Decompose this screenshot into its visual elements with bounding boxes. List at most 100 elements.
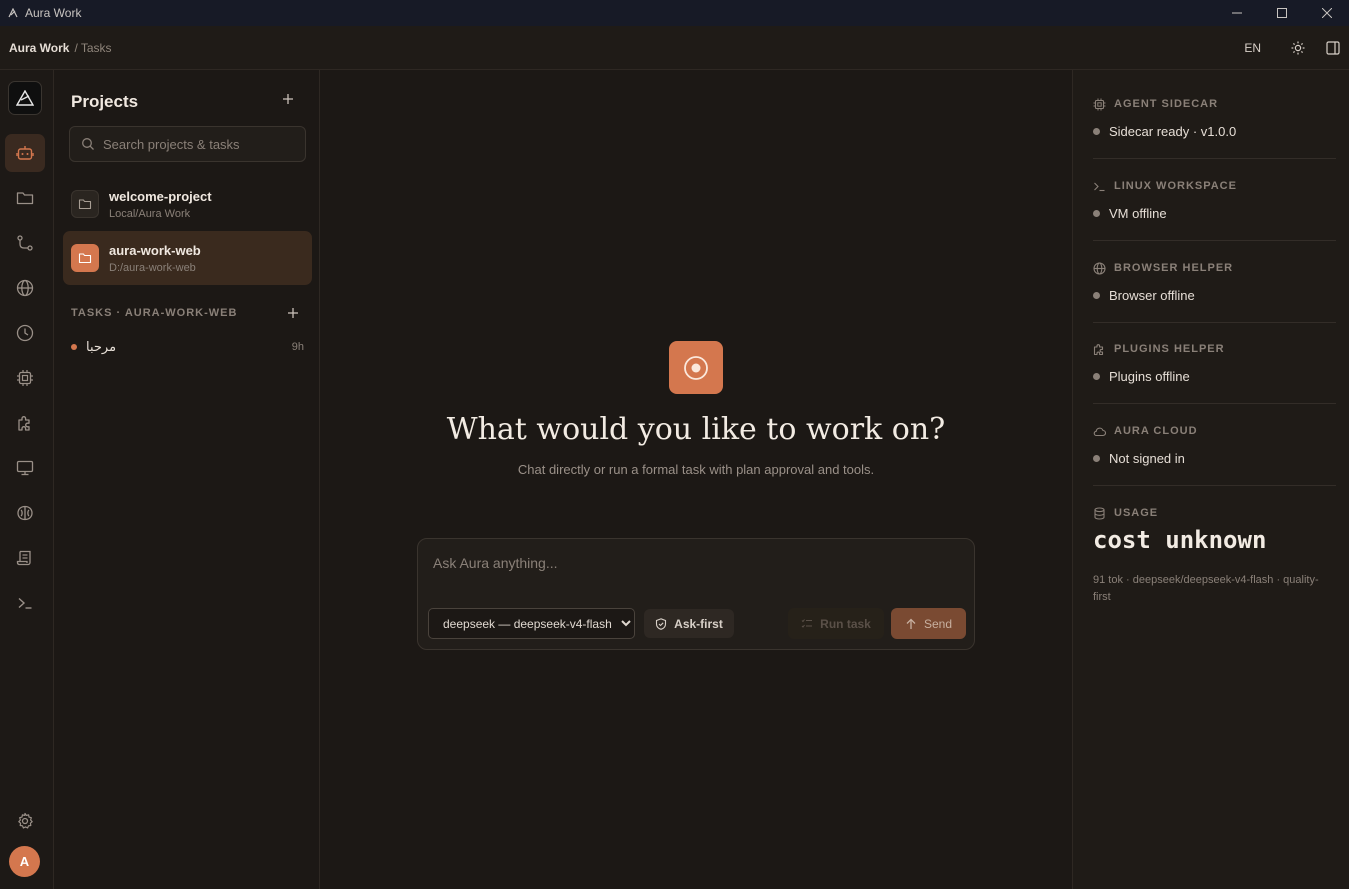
status-sidebar: AGENT SIDECAR Sidecar ready · v1.0.0 LIN… [1072, 70, 1349, 889]
project-folder-icon [71, 244, 99, 272]
close-icon [1321, 8, 1332, 18]
hero-subtitle: Chat directly or run a formal task with … [517, 462, 875, 477]
aura-logo-icon [16, 90, 34, 106]
section-status: Browser offline [1109, 288, 1195, 303]
ask-first-label: Ask-first [674, 616, 723, 631]
toggle-sidebar-icon[interactable] [1325, 40, 1341, 56]
search-box [69, 126, 306, 162]
section-status: Plugins offline [1109, 369, 1190, 384]
folder-icon [16, 192, 34, 205]
aura-cloud-section: AURA CLOUD Not signed in [1093, 423, 1336, 486]
projects-title: Projects [71, 92, 139, 111]
task-item[interactable]: مرحبا 9h [71, 338, 304, 356]
nav-agent[interactable] [5, 134, 45, 172]
scroll-icon [16, 550, 31, 566]
maximize-button[interactable] [1259, 0, 1304, 26]
task-name: مرحبا [86, 339, 117, 354]
nav-files[interactable] [5, 179, 45, 217]
nav-desktop[interactable] [5, 449, 45, 487]
status-dot [1093, 292, 1100, 299]
project-item-aura-work-web[interactable]: aura-work-web D:/aura-work-web [63, 231, 312, 285]
hero-title: What would you like to work on? [446, 412, 946, 447]
minimize-button[interactable] [1214, 0, 1259, 26]
status-dot [1093, 128, 1100, 135]
plugins-helper-section: PLUGINS HELPER Plugins offline [1093, 341, 1336, 404]
plus-icon [283, 94, 293, 104]
nav-logs[interactable] [5, 539, 45, 577]
nav-memory[interactable] [5, 494, 45, 532]
top-bar: Aura Work / Tasks EN [0, 26, 1349, 70]
project-path: D:/aura-work-web [109, 261, 196, 274]
close-button[interactable] [1304, 0, 1349, 26]
globe-icon [16, 279, 34, 297]
add-project-button[interactable] [281, 92, 297, 108]
language-toggle[interactable]: EN [1244, 41, 1261, 55]
tasks-header: TASKS · AURA-WORK-WEB [71, 307, 238, 319]
project-folder-icon [71, 190, 99, 218]
send-button[interactable]: Send [891, 608, 966, 639]
window-controls [1214, 0, 1349, 26]
search-icon [82, 138, 94, 150]
project-name: welcome-project [109, 188, 212, 204]
breadcrumb-app[interactable]: Aura Work [9, 41, 69, 55]
section-title: PLUGINS HELPER [1114, 343, 1225, 355]
section-status: Sidecar ready · v1.0.0 [1109, 124, 1237, 139]
arrow-up-icon [906, 618, 916, 629]
send-label: Send [923, 616, 953, 631]
window-title: Aura Work [25, 6, 82, 20]
theme-toggle-sun-icon[interactable] [1290, 40, 1306, 56]
composer: deepseek — deepseek-v4-flash Ask-first R… [417, 538, 975, 650]
globe-icon [1093, 261, 1106, 275]
database-icon [1094, 506, 1105, 520]
agent-sidecar-section: AGENT SIDECAR Sidecar ready · v1.0.0 [1093, 96, 1336, 159]
task-status-dot [71, 344, 77, 350]
run-task-button[interactable]: Run task [788, 608, 884, 639]
clock-icon [16, 324, 34, 342]
linux-workspace-section: LINUX WORKSPACE VM offline [1093, 178, 1336, 241]
section-status: Not signed in [1109, 451, 1185, 466]
brand-logo[interactable] [8, 81, 42, 115]
nav-browser[interactable] [5, 269, 45, 307]
nav-terminal[interactable] [5, 584, 45, 622]
minimize-icon [1231, 12, 1242, 14]
main-area: What would you like to work on? Chat dir… [321, 70, 1071, 889]
section-title: BROWSER HELPER [1114, 262, 1234, 274]
list-check-icon [801, 618, 813, 628]
cpu-icon [17, 370, 33, 386]
section-title: USAGE [1114, 507, 1159, 519]
run-task-label: Run task [820, 616, 871, 631]
nav-plugins[interactable] [5, 404, 45, 442]
nav-compute[interactable] [5, 359, 45, 397]
robot-icon [16, 146, 34, 160]
maximize-icon [1276, 8, 1287, 18]
project-path: Local/Aura Work [109, 207, 191, 220]
cloud-icon [1093, 427, 1106, 436]
model-select[interactable]: deepseek — deepseek-v4-flash [428, 608, 635, 639]
usage-detail: 91 tok · deepseek/deepseek-v4-flash · qu… [1093, 574, 1319, 603]
task-age: 9h [291, 341, 304, 353]
hero-record-icon [669, 341, 723, 394]
section-status: VM offline [1109, 206, 1167, 221]
nav-settings[interactable] [5, 802, 45, 840]
project-item-welcome-project[interactable]: welcome-project Local/Aura Work [63, 177, 312, 231]
plus-icon [288, 308, 298, 318]
user-avatar[interactable]: A [9, 846, 40, 877]
nav-rail: A [0, 70, 54, 889]
ask-first-toggle[interactable]: Ask-first [644, 609, 734, 638]
status-dot [1093, 210, 1100, 217]
search-input[interactable] [103, 136, 298, 152]
window-titlebar: Aura Work [0, 0, 1349, 26]
app-logo-icon [7, 7, 19, 19]
nav-history[interactable] [5, 314, 45, 352]
status-dot [1093, 455, 1100, 462]
add-task-button[interactable] [286, 306, 300, 320]
cpu-icon [1093, 98, 1106, 110]
usage-cost: cost unknown [1093, 526, 1267, 554]
route-icon [17, 235, 33, 251]
section-title: AURA CLOUD [1114, 425, 1198, 437]
prompt-input[interactable] [433, 555, 953, 579]
terminal-icon [18, 597, 32, 609]
nav-workflow[interactable] [5, 224, 45, 262]
brain-icon [17, 505, 33, 521]
breadcrumb-separator: / [74, 40, 78, 55]
